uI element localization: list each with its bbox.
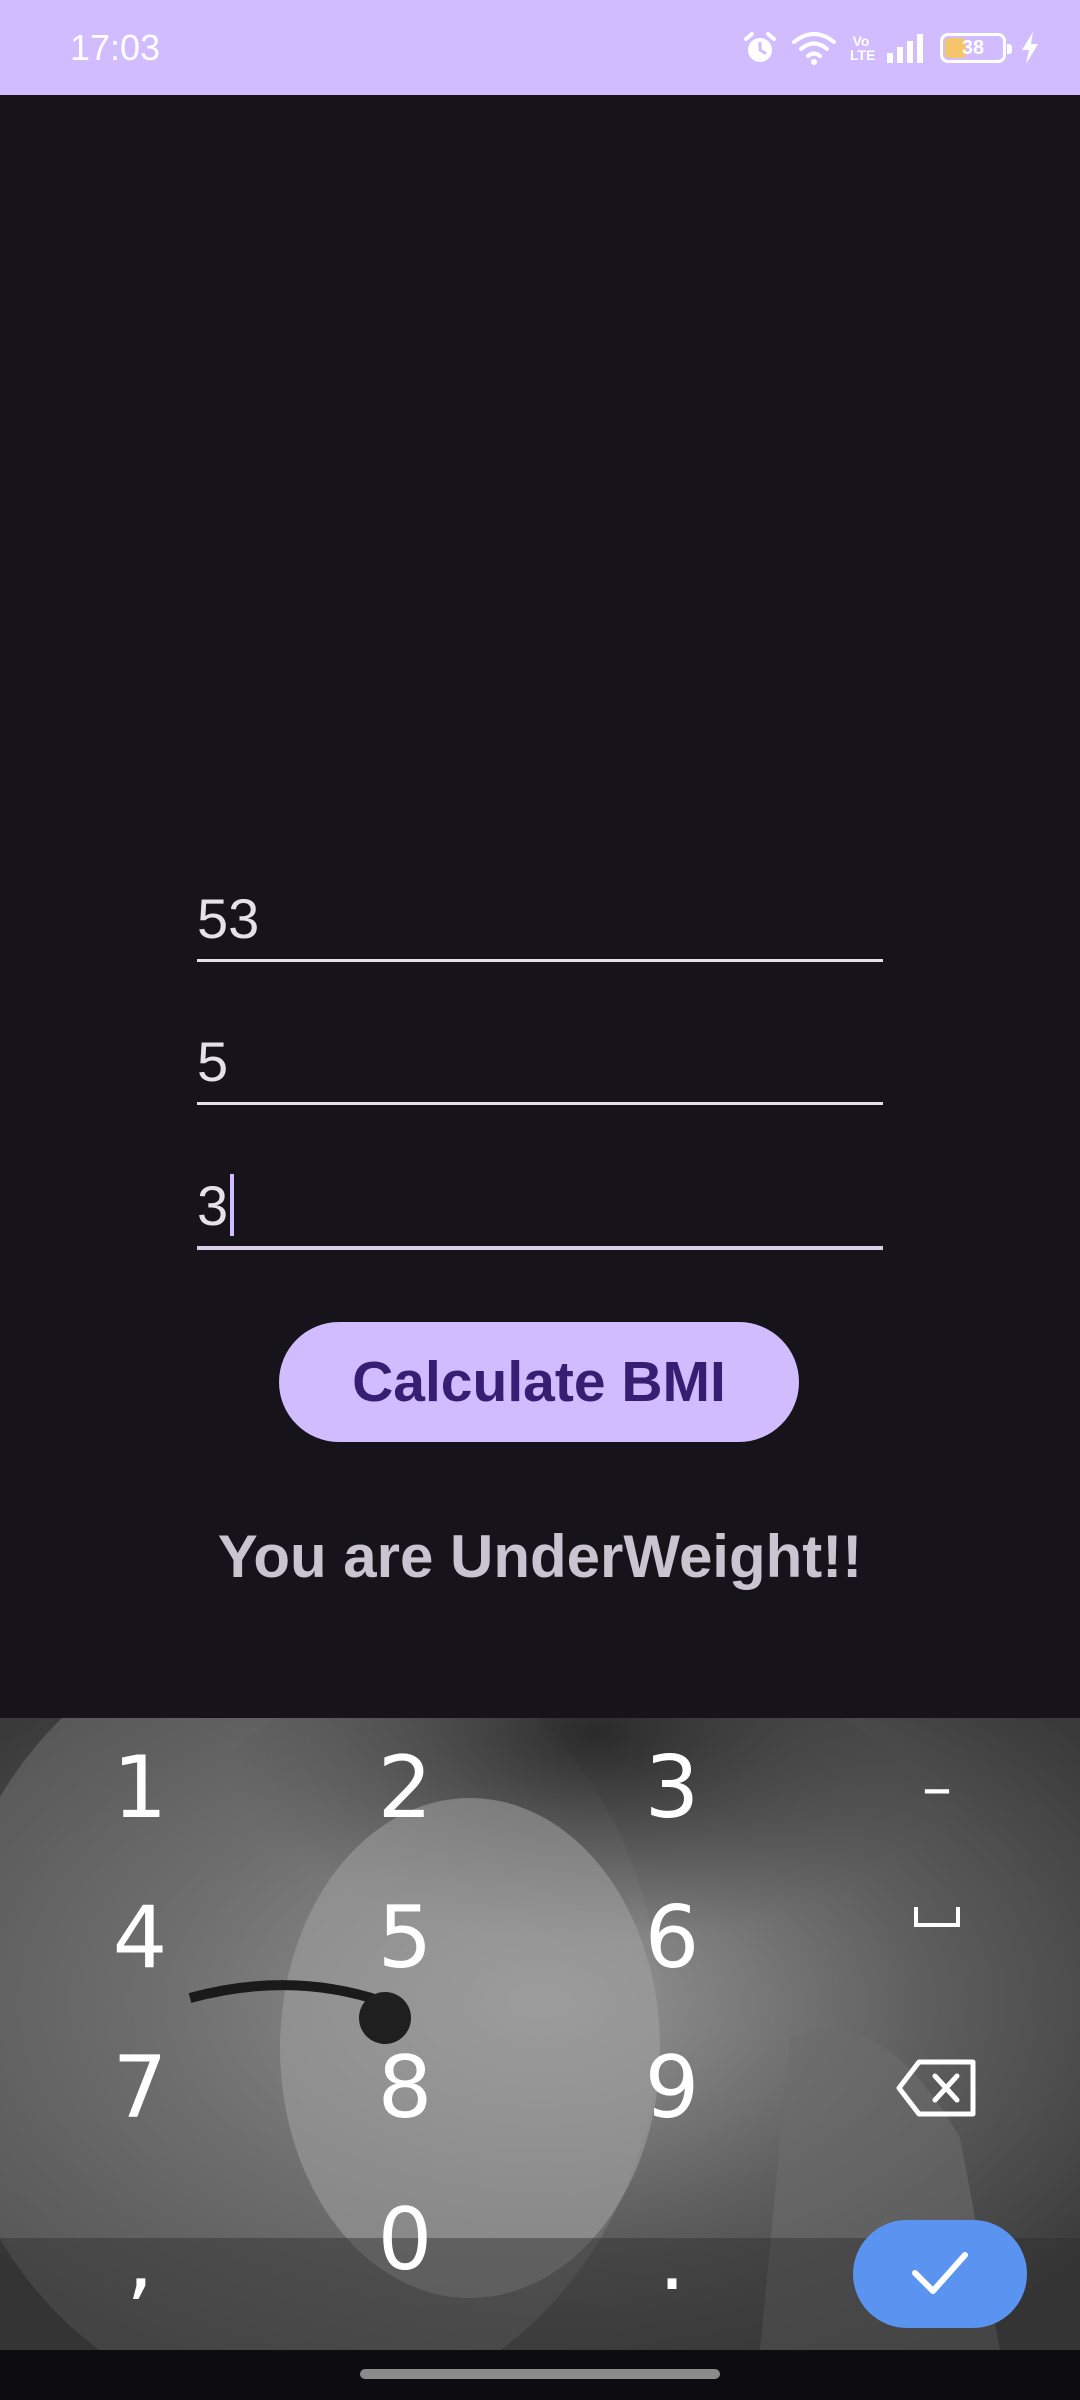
keyboard-key-label: 5: [377, 1888, 433, 1988]
height-feet-input[interactable]: [197, 1028, 883, 1094]
weight-field[interactable]: [197, 885, 883, 962]
keyboard-key-period[interactable]: .: [572, 2170, 772, 2310]
height-feet-field[interactable]: [197, 1028, 883, 1105]
navigation-bar: [0, 2350, 1080, 2400]
weight-input[interactable]: [197, 885, 883, 951]
keyboard-key-9[interactable]: 9: [572, 2018, 772, 2158]
status-time: 17:03: [70, 27, 161, 68]
home-gesture-handle[interactable]: [360, 2369, 720, 2379]
keyboard-key-7[interactable]: 7: [40, 2018, 240, 2158]
keyboard-key-6[interactable]: 6: [572, 1868, 772, 2008]
keyboard-key-2[interactable]: 2: [305, 1718, 505, 1858]
keyboard-key-label: 6: [644, 1888, 700, 1988]
keyboard-key-5[interactable]: 5: [305, 1868, 505, 2008]
charging-icon: [1020, 31, 1040, 65]
keyboard-key-label: –: [922, 1753, 952, 1823]
keyboard-key-label: 2: [377, 1738, 433, 1838]
keyboard-key-label: 3: [644, 1738, 700, 1838]
keyboard-key-comma[interactable]: ,: [40, 2170, 240, 2310]
backspace-icon: [895, 2058, 979, 2118]
keyboard-key-label: 1: [112, 1738, 168, 1838]
keyboard-key-label: 0: [377, 2190, 433, 2290]
keyboard-enter-key[interactable]: [853, 2220, 1027, 2328]
keyboard-key-8[interactable]: 8: [305, 2018, 505, 2158]
height-inches-input[interactable]: [197, 1172, 883, 1238]
signal-icon: [886, 33, 926, 63]
keyboard-key-label: 7: [112, 2038, 168, 2138]
battery-icon: 38: [940, 33, 1012, 63]
keyboard-key-minus[interactable]: –: [837, 1718, 1037, 1858]
text-cursor: [230, 1174, 234, 1236]
keyboard-key-label: 9: [644, 2038, 700, 2138]
calculate-bmi-button[interactable]: Calculate BMI: [279, 1322, 799, 1442]
volte-icon: Vo LTE: [850, 33, 876, 63]
status-bar: 17:03 Vo LTE 38: [0, 0, 1080, 95]
keyboard-key-1[interactable]: 1: [40, 1718, 240, 1858]
wifi-icon: [792, 30, 836, 66]
keyboard-key-label: 8: [377, 2038, 433, 2138]
bmi-result-text: You are UnderWeight!!: [217, 1523, 863, 1590]
keyboard-key-4[interactable]: 4: [40, 1868, 240, 2008]
keyboard-key-backspace[interactable]: [837, 2018, 1037, 2158]
check-icon: [909, 2241, 971, 2308]
keyboard-key-label: ,: [126, 2210, 154, 2310]
keyboard-key-0[interactable]: 0: [305, 2170, 505, 2310]
battery-level: 38: [961, 36, 985, 59]
status-icons: Vo LTE 38: [742, 24, 1040, 72]
height-inches-field[interactable]: [197, 1172, 883, 1250]
keyboard-key-space[interactable]: [837, 1848, 1037, 1988]
keyboard-key-label: 4: [112, 1888, 168, 1988]
space-icon: [912, 1905, 962, 1931]
battery-cap: [1007, 44, 1012, 54]
alarm-icon: [742, 30, 778, 66]
keyboard-key-label: .: [658, 2210, 686, 2310]
keyboard-key-3[interactable]: 3: [572, 1718, 772, 1858]
